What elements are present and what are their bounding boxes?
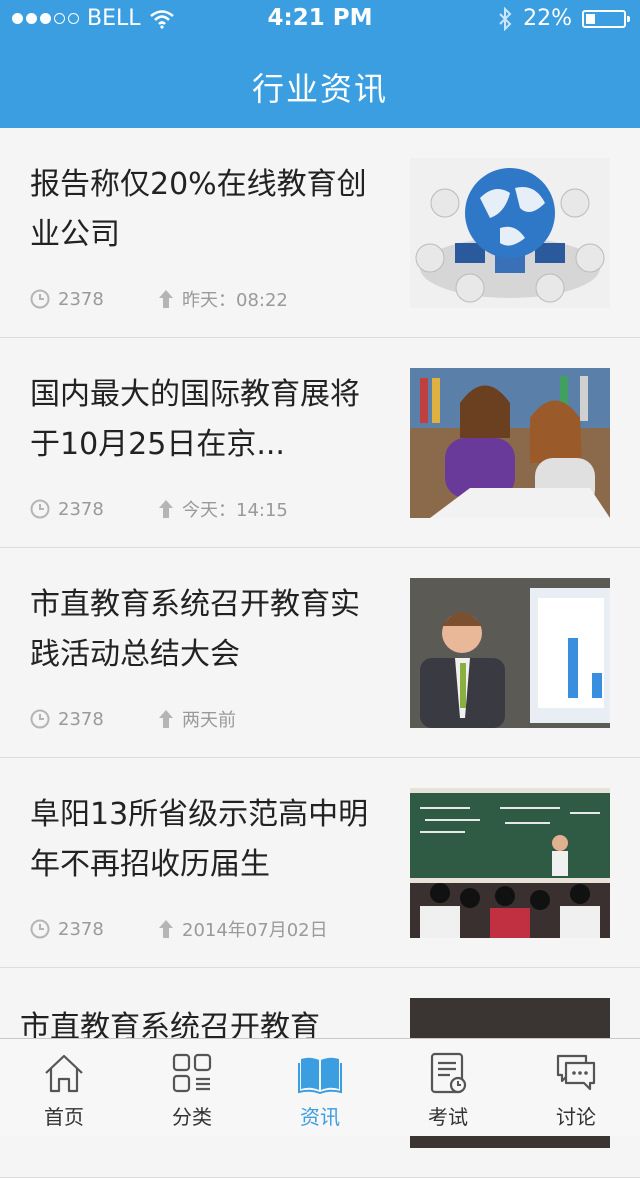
view-count: 2378 — [58, 918, 104, 940]
tab-label: 首页 — [44, 1105, 84, 1129]
top-bar: BELL 4:21 PM 22% 行业资讯 — [0, 0, 640, 128]
presenter-chart-image — [410, 578, 610, 728]
exam-icon — [430, 1052, 467, 1094]
up-arrow-icon — [159, 500, 173, 518]
article-item[interactable]: 市直教育系统召开教育实践活动总结大会 2378 两天前 — [0, 548, 640, 758]
publish-date: 今天：14:15 — [182, 500, 288, 521]
bluetooth-icon — [499, 6, 512, 31]
up-arrow-icon — [159, 710, 173, 728]
clock-icon — [30, 499, 50, 519]
tab-home[interactable]: 首页 — [0, 1039, 128, 1136]
students-studying-image — [410, 368, 610, 518]
battery-icon — [582, 9, 630, 28]
tab-label: 分类 — [172, 1105, 212, 1129]
tab-label: 资讯 — [300, 1105, 340, 1129]
tab-exam[interactable]: 考试 — [384, 1039, 512, 1136]
tab-news[interactable]: 资讯 — [256, 1039, 384, 1136]
home-icon — [45, 1054, 83, 1093]
article-title: 国内最大的国际教育展将于10月25日在京... — [30, 377, 360, 462]
up-arrow-icon — [159, 290, 173, 308]
clock-icon — [30, 289, 50, 309]
article-list: 报告称仅20%在线教育创业公司 2378 昨天：08:22 国内最大的国际教育展… — [0, 128, 640, 1178]
view-count: 2378 — [58, 708, 104, 730]
up-arrow-icon — [159, 920, 173, 938]
article-item[interactable]: 国内最大的国际教育展将于10月25日在京... 2378 今天：14:15 — [0, 338, 640, 548]
publish-date: 2014年07月02日 — [182, 920, 328, 941]
tab-discussion[interactable]: 讨论 — [512, 1039, 640, 1136]
book-icon — [298, 1057, 342, 1095]
globe-network-image — [410, 158, 610, 308]
page-title: 行业资讯 — [251, 70, 388, 108]
tab-category[interactable]: 分类 — [128, 1039, 256, 1136]
article-title: 报告称仅20%在线教育创业公司 — [30, 167, 367, 252]
grid-icon — [172, 1053, 212, 1093]
publish-date: 两天前 — [182, 710, 236, 731]
tab-label: 讨论 — [556, 1105, 596, 1129]
clock-icon — [30, 919, 50, 939]
article-title: 市直教育系统召开教育实践活动总结大会 — [30, 587, 360, 672]
tab-label: 考试 — [428, 1105, 468, 1129]
battery-percent: 22% — [523, 6, 572, 31]
view-count: 2378 — [58, 498, 104, 520]
classroom-image — [410, 788, 610, 938]
article-item[interactable]: 阜阳13所省级示范高中明年不再招收历届生 2378 2014年07月02日 — [0, 758, 640, 968]
article-item[interactable]: 报告称仅20%在线教育创业公司 2378 昨天：08:22 — [0, 128, 640, 338]
chat-icon — [556, 1054, 596, 1091]
view-count: 2378 — [58, 288, 104, 310]
publish-date: 昨天：08:22 — [182, 290, 288, 311]
status-bar: BELL 4:21 PM 22% — [0, 0, 640, 40]
clock-icon — [30, 709, 50, 729]
tab-bar: 首页 分类 资讯 考试 讨论 — [0, 1038, 640, 1136]
article-title: 阜阳13所省级示范高中明年不再招收历届生 — [30, 797, 369, 882]
